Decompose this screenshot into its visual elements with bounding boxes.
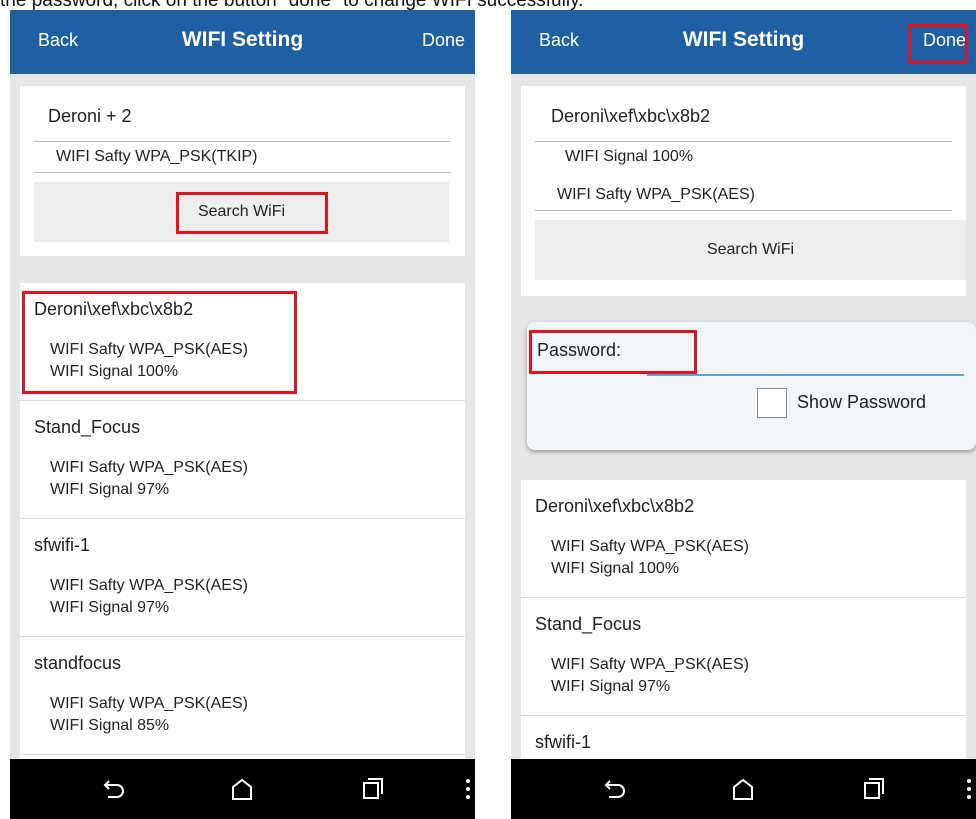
page-title: WIFI Setting [682,28,805,51]
highlight-password-field [529,330,697,374]
back-icon[interactable] [100,775,128,803]
highlight-first-network [22,291,297,394]
current-safety: WIFI Safty WPA_PSK(AES) [557,186,755,203]
network-safety: WIFI Safty WPA_PSK(AES) [551,656,749,673]
network-name: Stand_Focus [535,614,642,634]
network-signal: WIFI Signal 85% [50,717,170,734]
list-item[interactable]: Stand_Focus WIFI Safty WPA_PSK(AES) WIFI… [521,598,966,716]
network-signal: WIFI Signal 97% [50,481,170,498]
android-nav-bar [511,759,976,819]
recent-apps-icon[interactable] [860,775,888,803]
network-name: standfocus [34,653,122,673]
current-ssid: Deroni\xef\xbc\x8b2 [551,106,711,126]
list-item[interactable]: standfocus WIFI Safty WPA_PSK(AES) WIFI … [20,637,465,755]
show-password-label: Show Password [797,392,927,412]
home-icon[interactable] [228,775,256,803]
network-safety: WIFI Safty WPA_PSK(AES) [50,695,248,712]
list-item[interactable]: sfwifi-1 [521,716,966,760]
show-password-checkbox[interactable] [757,388,787,418]
recent-apps-icon[interactable] [359,775,387,803]
right-phone-screen: Back WIFI Setting Done Deroni\xef\xbc\x8… [511,10,976,819]
current-safety: WIFI Safty WPA_PSK(TKIP) [56,148,258,165]
page-title: WIFI Setting [181,28,304,51]
divider [535,210,952,211]
divider [535,141,952,142]
current-ssid: Deroni + 2 [48,106,132,126]
divider [34,141,451,142]
done-button[interactable]: Done [422,30,465,51]
network-signal: WIFI Signal 97% [551,678,671,695]
network-safety: WIFI Safty WPA_PSK(AES) [50,577,248,594]
network-safety: WIFI Safty WPA_PSK(AES) [50,459,248,476]
network-name: Deroni\xef\xbc\x8b2 [535,496,695,516]
current-signal: WIFI Signal 100% [565,148,694,165]
overflow-menu-icon[interactable] [955,775,976,803]
network-safety: WIFI Safty WPA_PSK(AES) [551,538,749,555]
overflow-menu-icon[interactable] [454,775,475,803]
network-signal: WIFI Signal 100% [551,560,680,577]
list-item[interactable]: Deroni\xef\xbc\x8b2 WIFI Safty WPA_PSK(A… [521,480,966,598]
app-header: Back WIFI Setting Done [511,10,976,74]
android-nav-bar [10,759,475,819]
network-name: Stand_Focus [34,417,141,437]
highlight-search-wifi [176,192,328,234]
back-icon[interactable] [601,775,629,803]
network-signal: WIFI Signal 97% [50,599,170,616]
wifi-network-list: Deroni\xef\xbc\x8b2 WIFI Safty WPA_PSK(A… [521,480,966,760]
network-name: sfwifi-1 [34,535,91,555]
list-item[interactable]: Stand_Focus WIFI Safty WPA_PSK(AES) WIFI… [20,401,465,519]
current-wifi-card: Deroni\xef\xbc\x8b2 WIFI Signal 100% WIF… [521,86,966,296]
home-icon[interactable] [729,775,757,803]
divider [34,172,451,173]
list-item[interactable]: sfwifi-1 WIFI Safty WPA_PSK(AES) WIFI Si… [20,519,465,637]
search-wifi-button[interactable]: Search WiFi [535,220,966,280]
highlight-done-button [908,24,968,64]
network-name: sfwifi-1 [535,732,592,752]
left-phone-screen: Back WIFI Setting Done Deroni + 2 WIFI S… [10,10,475,819]
app-header: Back WIFI Setting Done [10,10,475,74]
